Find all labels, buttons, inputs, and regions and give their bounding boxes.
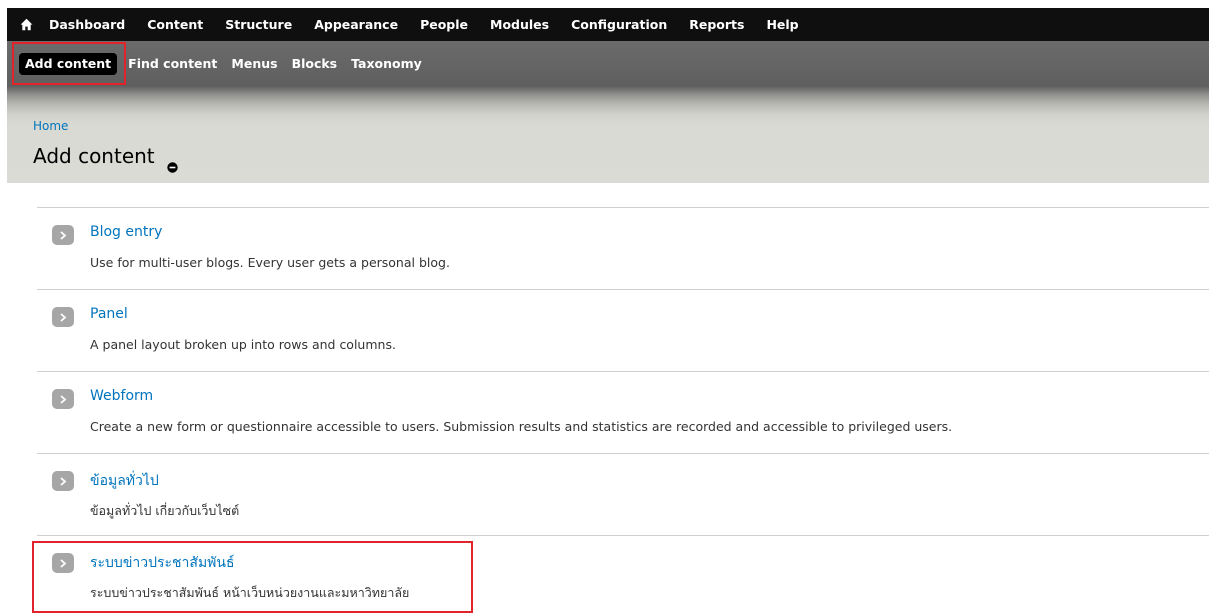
content-type-description: Create a new form or questionnaire acces…: [90, 419, 953, 434]
list-item: ข้อมูลทั่วไป ข้อมูลทั่วไป เกี่ยวกับเว็บไ…: [37, 453, 1209, 535]
content-type-description: ระบบข่าวประชาสัมพันธ์ หน้าเว็บหน่วยงานแล…: [90, 585, 410, 600]
toolbar-item-configuration[interactable]: Configuration: [560, 8, 678, 41]
content-type-link-blog-entry[interactable]: Blog entry: [90, 224, 162, 240]
content-type-description: Use for multi-user blogs. Every user get…: [90, 255, 450, 270]
content-type-link-webform[interactable]: Webform: [90, 388, 153, 404]
list-item: Panel A panel layout broken up into rows…: [37, 289, 1209, 371]
list-item: Webform Create a new form or questionnai…: [37, 371, 1209, 453]
home-icon: [20, 18, 32, 31]
toolbar-item-structure[interactable]: Structure: [214, 8, 303, 41]
content-type-link-panel[interactable]: Panel: [90, 306, 128, 322]
chevron-right-icon[interactable]: [52, 389, 74, 409]
shortcut-add-content[interactable]: Add content: [19, 52, 118, 75]
chevron-right-icon[interactable]: [52, 471, 74, 491]
shortcut-find-content[interactable]: Find content: [121, 53, 224, 75]
chevron-right-icon[interactable]: [52, 553, 74, 573]
toolbar-item-people[interactable]: People: [409, 8, 479, 41]
content-type-description: ข้อมูลทั่วไป เกี่ยวกับเว็บไซต์: [90, 503, 240, 518]
toolbar-item-help[interactable]: Help: [755, 8, 809, 41]
content-type-link-news-system[interactable]: ระบบข่าวประชาสัมพันธ์: [90, 552, 235, 574]
breadcrumb-home[interactable]: Home: [33, 119, 68, 133]
list-item: ระบบข่าวประชาสัมพันธ์ ระบบข่าวประชาสัมพั…: [37, 535, 1209, 613]
toolbar-item-dashboard[interactable]: Dashboard: [45, 8, 136, 41]
toolbar-item-modules[interactable]: Modules: [479, 8, 560, 41]
remove-shortcut-icon[interactable]: [166, 154, 178, 173]
list-item: Blog entry Use for multi-user blogs. Eve…: [37, 207, 1209, 289]
toolbar-item-appearance[interactable]: Appearance: [303, 8, 409, 41]
shortcut-taxonomy[interactable]: Taxonomy: [344, 53, 429, 75]
page-header: Home Add content: [7, 86, 1209, 183]
content-type-link-general-info[interactable]: ข้อมูลทั่วไป: [90, 470, 159, 492]
chevron-right-icon[interactable]: [52, 307, 74, 327]
home-button[interactable]: [7, 8, 45, 41]
shortcuts-bar: Add content Find content Menus Blocks Ta…: [7, 41, 1209, 86]
page-title-text: Add content: [33, 144, 155, 168]
toolbar-item-reports[interactable]: Reports: [678, 8, 755, 41]
chevron-right-icon[interactable]: [52, 225, 74, 245]
toolbar-item-content[interactable]: Content: [136, 8, 214, 41]
content-type-description: A panel layout broken up into rows and c…: [90, 337, 396, 352]
page-title: Add content: [33, 144, 178, 173]
shortcut-blocks[interactable]: Blocks: [285, 53, 345, 75]
shortcut-menus[interactable]: Menus: [224, 53, 284, 75]
admin-toolbar: Dashboard Content Structure Appearance P…: [7, 8, 1209, 41]
content-type-list: Blog entry Use for multi-user blogs. Eve…: [37, 207, 1209, 613]
admin-page: Dashboard Content Structure Appearance P…: [0, 0, 1209, 613]
